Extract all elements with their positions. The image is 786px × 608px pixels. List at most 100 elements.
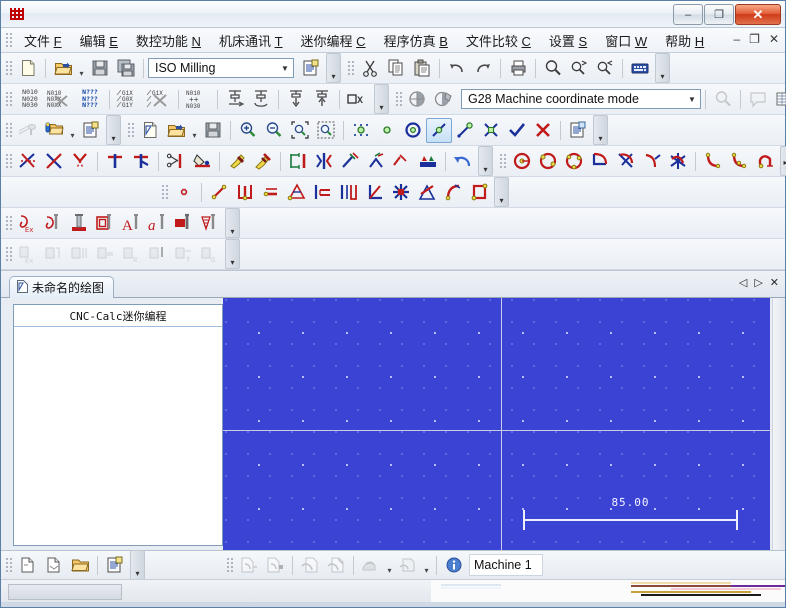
tool-feed-right-button[interactable] [222, 87, 248, 112]
text-italic-button[interactable]: a [145, 211, 171, 236]
zoom-fit-button[interactable] [287, 118, 313, 143]
machine-list-button[interactable] [395, 553, 421, 578]
menu-backplot[interactable]: 程序仿真 B [375, 28, 457, 53]
toolbar-cnc-calc-overflow[interactable]: ▾ [106, 115, 121, 145]
toolbar-nc-grip[interactable] [4, 90, 12, 108]
menu-file[interactable]: 文件 F [15, 28, 71, 53]
mdi-minimize-button[interactable]: – [733, 32, 740, 46]
fill-color-button[interactable] [189, 149, 215, 174]
shape-3-button[interactable] [67, 242, 93, 267]
toolbar-arcs-overflow[interactable]: ▸▸▾ [780, 146, 786, 176]
toolbar-geometry-overflow[interactable]: ▾ [494, 177, 509, 207]
zoom-out-button[interactable] [261, 118, 287, 143]
paste-button[interactable] [409, 56, 435, 81]
toolbar-draw-overflow[interactable]: ▾ [593, 115, 608, 145]
snap-intersection-button[interactable] [478, 118, 504, 143]
undo-draw-button[interactable] [450, 149, 476, 174]
menu-window[interactable]: 窗口 W [596, 28, 656, 53]
toolbar-cnc-calc-grip[interactable] [4, 121, 12, 139]
new-file-button[interactable] [15, 56, 41, 81]
transfer-button[interactable] [297, 553, 323, 578]
machine-select-button[interactable] [358, 553, 384, 578]
tab-close-button[interactable]: ✕ [770, 276, 779, 289]
toolbar-standard-grip[interactable] [4, 59, 12, 77]
circle-2-point-button[interactable] [535, 149, 561, 174]
info-icon[interactable] [441, 553, 467, 578]
shape-g-button[interactable]: G [197, 242, 223, 267]
file-setup-button[interactable] [298, 56, 324, 81]
toolbar-draw-grip[interactable] [126, 121, 134, 139]
shape-r-button[interactable]: R [119, 242, 145, 267]
mdi-restore-button[interactable]: ❐ [749, 32, 760, 46]
rectangle-button[interactable] [466, 180, 492, 205]
toolbar-nc-overflow[interactable]: ▾ [374, 84, 389, 114]
find-next-button[interactable] [566, 56, 592, 81]
snap-circle-button[interactable] [400, 118, 426, 143]
cut-button[interactable] [357, 56, 383, 81]
snap-endpoint-button[interactable] [452, 118, 478, 143]
find-previous-button[interactable] [592, 56, 618, 81]
offset-button[interactable] [389, 149, 415, 174]
divide-button[interactable] [102, 149, 128, 174]
undo-button[interactable] [444, 56, 470, 81]
polygon-button[interactable] [388, 180, 414, 205]
toolbar-clipboard-overflow[interactable]: ▾ [655, 53, 670, 83]
toolbar-clipboard-grip[interactable] [346, 59, 354, 77]
shape-6-button[interactable] [145, 242, 171, 267]
chevron-down-icon[interactable]: ▼ [684, 90, 700, 108]
toolbar-disabled-grip[interactable] [4, 245, 12, 263]
angle-button[interactable] [362, 180, 388, 205]
g1x-button[interactable]: G1X G0X G1Y [114, 87, 144, 112]
g1x-remove-button[interactable]: G1X [144, 87, 174, 112]
cut-entity-button[interactable] [163, 149, 189, 174]
spline-1-button[interactable] [700, 149, 726, 174]
line-perpendicular-button[interactable] [336, 180, 362, 205]
dnc-receive-button[interactable] [262, 553, 288, 578]
snap-grid-button[interactable] [348, 118, 374, 143]
toolbar-modify-overflow[interactable]: ▾ [478, 146, 493, 176]
toolbar-disabled-overflow[interactable]: ▾ [225, 239, 240, 269]
drawing-settings-button[interactable] [565, 118, 591, 143]
tangent-button[interactable] [414, 180, 440, 205]
open-drawing-button[interactable] [163, 118, 189, 143]
open-file-dropdown[interactable]: ▾ [76, 55, 87, 81]
circle-3-point-button[interactable] [561, 149, 587, 174]
filetype-combo[interactable]: ISO Milling ▼ [148, 58, 294, 78]
arc-tangent-button[interactable] [639, 149, 665, 174]
dimension-ex-button[interactable]: Ex [15, 211, 41, 236]
cancel-button[interactable] [530, 118, 556, 143]
box-x-button[interactable]: X [344, 87, 372, 112]
toolbar-geometry-grip[interactable] [160, 183, 168, 201]
bottom-toolbar-grip-2[interactable] [225, 556, 233, 574]
table-view-button[interactable] [771, 87, 786, 112]
arc-star-button[interactable] [665, 149, 691, 174]
arc-cross-button[interactable] [613, 149, 639, 174]
question-numbers-button[interactable]: N??? N??? N??? [75, 87, 105, 112]
toolbar-text-overflow[interactable]: ▾ [225, 208, 240, 238]
dnc-send-button[interactable] [236, 553, 262, 578]
accept-button[interactable] [504, 118, 530, 143]
machine-setup-a-button[interactable] [405, 87, 431, 112]
save-file-button[interactable] [87, 56, 113, 81]
toolbar-arcs-grip[interactable] [498, 152, 506, 170]
bottom-toolbar-grip-1[interactable] [4, 556, 12, 574]
trim-one-button[interactable] [41, 149, 67, 174]
receive-program-button[interactable] [41, 553, 67, 578]
toolbar-machine-grip[interactable] [394, 90, 402, 108]
divide-t-button[interactable] [128, 149, 154, 174]
toolbar-standard-overflow[interactable]: ▾ [326, 53, 341, 83]
menu-compare[interactable]: 文件比较 C [457, 28, 540, 53]
keyboard-button[interactable] [627, 56, 653, 81]
tool-rotate-button[interactable] [248, 87, 274, 112]
tab-prev-button[interactable]: ◁ [739, 276, 747, 289]
menu-nc-functions[interactable]: 数控功能 N [127, 28, 210, 53]
tab-next-button[interactable]: ▷ [754, 276, 762, 289]
stack-button[interactable] [415, 149, 441, 174]
engrave-button[interactable] [93, 211, 119, 236]
shape-t-button[interactable]: T [171, 242, 197, 267]
menu-setup[interactable]: 设置 S [540, 28, 596, 53]
canvas-vertical-scrollbar[interactable] [772, 298, 785, 550]
flip-button[interactable] [311, 149, 337, 174]
menu-cnc-calc[interactable]: 迷你编程 C [292, 28, 375, 53]
bottom-toolbar-overflow-1[interactable]: ▾ [130, 550, 145, 580]
